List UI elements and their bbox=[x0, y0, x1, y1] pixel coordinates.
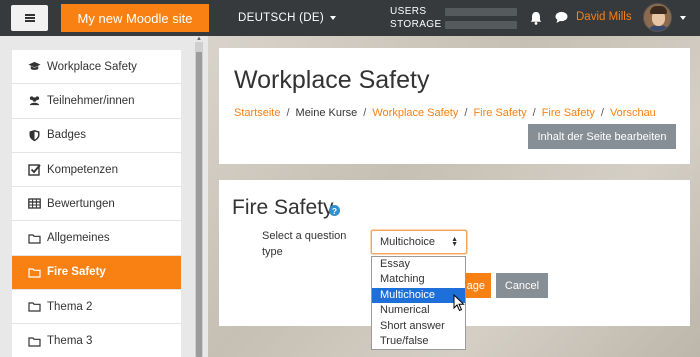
bell-icon[interactable] bbox=[530, 11, 542, 25]
question-type-label: Select a question type bbox=[262, 230, 347, 258]
nav-item-label: Badges bbox=[47, 129, 87, 142]
table-icon bbox=[28, 198, 41, 209]
nav-item-fire-safety[interactable]: Fire Safety bbox=[12, 255, 181, 291]
nav-item-label: Bewertungen bbox=[47, 197, 115, 210]
users-usage-label: USERS bbox=[390, 6, 427, 17]
cancel-button[interactable]: Cancel bbox=[496, 273, 548, 298]
edit-page-button[interactable]: Inhalt der Seite bearbeiten bbox=[528, 124, 676, 149]
users-usage-bar bbox=[445, 8, 517, 16]
nav-item-label: Teilnehmer/innen bbox=[47, 94, 135, 107]
nav-item-topic-3[interactable]: Thema 3 bbox=[12, 324, 181, 357]
user-name[interactable]: David Mills bbox=[576, 11, 632, 23]
scrollbar-thumb[interactable] bbox=[196, 52, 202, 357]
option-short-answer[interactable]: Short answer bbox=[372, 319, 465, 334]
option-multichoice[interactable]: Multichoice bbox=[372, 287, 465, 304]
option-essay[interactable]: Essay bbox=[372, 257, 465, 272]
shield-icon bbox=[29, 129, 40, 141]
folder-icon bbox=[28, 268, 41, 278]
nav-item-grades[interactable]: Bewertungen bbox=[12, 187, 181, 222]
breadcrumb-section[interactable]: Fire Safety bbox=[473, 107, 526, 119]
users-icon bbox=[29, 96, 40, 106]
storage-usage-label: STORAGE bbox=[390, 19, 442, 30]
breadcrumb: Startseite / Meine Kurse / Workplace Safety /… bbox=[234, 107, 656, 119]
caret-down-icon bbox=[330, 16, 337, 20]
nav-item-workplace-safety[interactable]: Workplace Safety bbox=[12, 50, 181, 85]
nav-item-label: Workplace Safety bbox=[47, 60, 137, 73]
nav-item-badges[interactable]: Badges bbox=[12, 118, 181, 153]
avatar[interactable] bbox=[643, 3, 672, 32]
mouse-cursor-icon bbox=[453, 294, 465, 312]
option-matching[interactable]: Matching bbox=[372, 272, 465, 287]
breadcrumb-home[interactable]: Startseite bbox=[234, 107, 280, 119]
nav-item-topic-2[interactable]: Thema 2 bbox=[12, 290, 181, 325]
option-numerical[interactable]: Numerical bbox=[372, 303, 465, 318]
language-label: DEUTSCH (DE) bbox=[238, 12, 325, 24]
nav-item-label: Kompetenzen bbox=[47, 163, 118, 176]
breadcrumb-course[interactable]: Workplace Safety bbox=[372, 107, 458, 119]
avatar-hair bbox=[650, 6, 667, 14]
page-title: Workplace Safety bbox=[234, 66, 430, 94]
section-title: Fire Safety bbox=[232, 196, 334, 219]
checkbox-icon bbox=[28, 164, 41, 176]
folder-icon bbox=[28, 302, 41, 312]
select-value: Multichoice bbox=[380, 236, 436, 248]
nav-item-label: Allgemeines bbox=[47, 232, 110, 245]
nav-item-general[interactable]: Allgemeines bbox=[12, 221, 181, 256]
site-name-link[interactable]: My new Moodle site bbox=[61, 4, 209, 32]
nav-item-label: Thema 3 bbox=[47, 335, 93, 348]
question-type-dropdown: Essay Matching Multichoice Numerical Sho… bbox=[371, 256, 466, 350]
folder-icon bbox=[28, 234, 41, 244]
breadcrumb-preview[interactable]: Vorschau bbox=[610, 107, 656, 119]
nav-item-competencies[interactable]: Kompetenzen bbox=[12, 152, 181, 188]
language-menu[interactable]: DEUTSCH (DE) bbox=[238, 0, 337, 36]
graduation-cap-icon bbox=[28, 61, 41, 71]
select-arrows-icon: ▲ ▼ bbox=[451, 236, 458, 248]
user-menu-caret-icon[interactable] bbox=[680, 16, 686, 20]
drawer-scrollbar[interactable] bbox=[195, 42, 203, 357]
nav-item-label: Thema 2 bbox=[47, 300, 93, 313]
top-navbar: My new Moodle site DEUTSCH (DE) USERS ST… bbox=[0, 0, 700, 36]
folder-icon bbox=[28, 336, 41, 347]
nav-item-participants[interactable]: Teilnehmer/innen bbox=[12, 84, 181, 119]
menu-icon bbox=[24, 14, 35, 22]
storage-usage-bar bbox=[445, 21, 517, 29]
drawer-nav-list: Workplace Safety Teilnehmer/innen Badges… bbox=[12, 50, 181, 357]
help-icon[interactable]: ? bbox=[329, 205, 340, 216]
scroll-up-arrow-icon[interactable]: ▲ bbox=[196, 36, 202, 42]
avatar-shirt bbox=[647, 25, 670, 31]
breadcrumb-quiz[interactable]: Fire Safety bbox=[542, 107, 595, 119]
usage-labels: USERS STORAGE bbox=[390, 5, 442, 31]
breadcrumb-my-courses: Meine Kurse bbox=[295, 107, 358, 119]
nav-drawer: Workplace Safety Teilnehmer/innen Badges… bbox=[0, 36, 208, 357]
question-type-select[interactable]: Multichoice ▲ ▼ bbox=[371, 230, 467, 254]
menu-toggle-button[interactable] bbox=[11, 5, 48, 31]
page-header: Workplace Safety Startseite / Meine Kurse /… bbox=[219, 48, 690, 164]
nav-item-label: Fire Safety bbox=[47, 266, 106, 279]
chat-icon[interactable] bbox=[555, 11, 568, 24]
option-true-false[interactable]: True/false bbox=[372, 334, 465, 349]
